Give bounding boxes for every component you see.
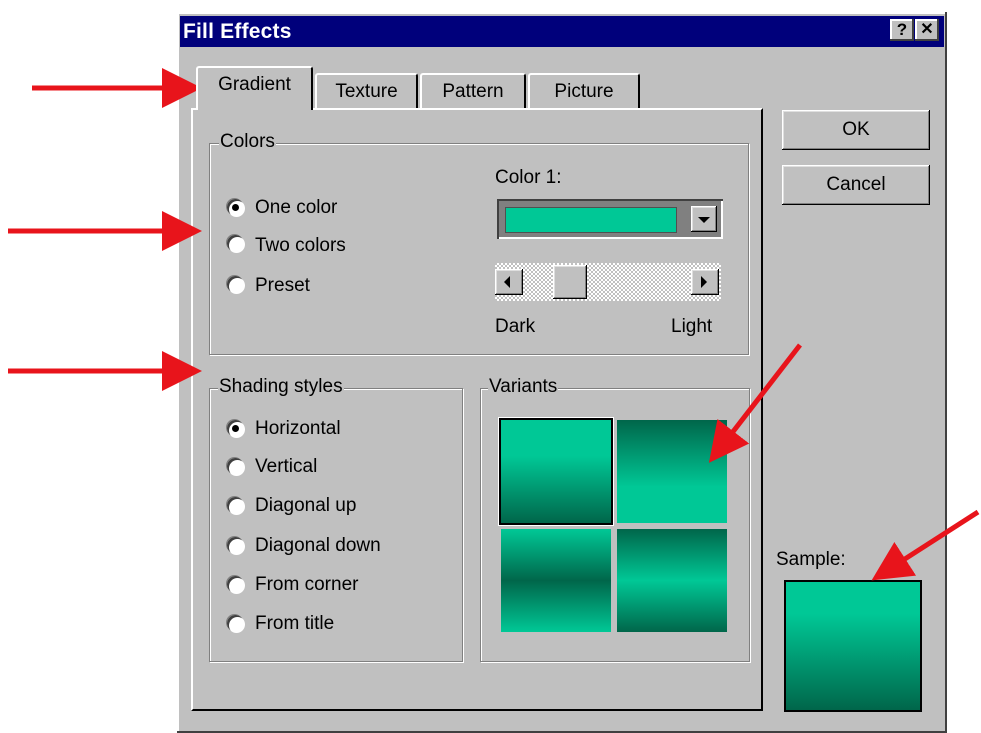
tab-gradient-label: Gradient [218,74,291,95]
annotation-arrow-sample [871,509,980,581]
tab-gradient[interactable]: Gradient [196,66,313,110]
annotation-arrow-variants [708,343,802,463]
annotation-arrows-layer [8,68,980,581]
